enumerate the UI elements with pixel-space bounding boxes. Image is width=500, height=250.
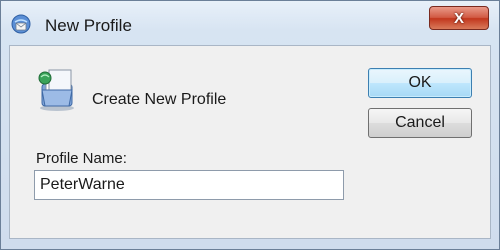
profile-folder-icon	[36, 66, 78, 112]
title-bar[interactable]: New Profile X	[1, 1, 499, 47]
mail-setup-icon	[11, 14, 31, 34]
dialog-heading: Create New Profile	[92, 91, 227, 108]
close-button[interactable]: X	[429, 6, 489, 30]
cancel-button[interactable]: Cancel	[368, 108, 472, 138]
profile-name-label: Profile Name:	[36, 150, 127, 167]
dialog-body: Create New Profile OK Cancel Profile Nam…	[9, 45, 491, 239]
window-title: New Profile	[45, 16, 132, 35]
close-icon: X	[453, 9, 464, 27]
profile-name-input[interactable]	[34, 170, 344, 200]
new-profile-dialog: New Profile X Create New Profile OK Canc…	[0, 0, 500, 250]
ok-button[interactable]: OK	[368, 68, 472, 98]
